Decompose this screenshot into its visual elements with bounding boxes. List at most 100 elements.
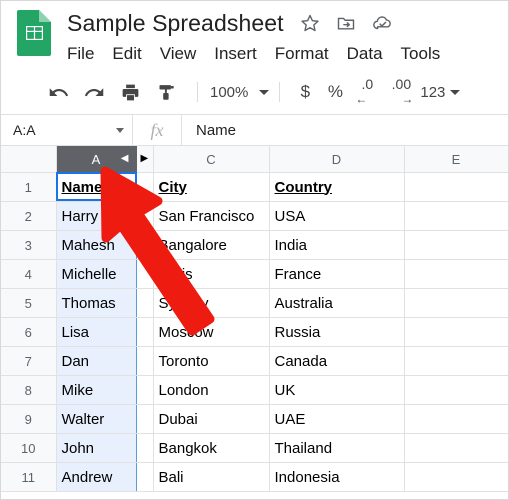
cell-b7-hidden[interactable] — [136, 346, 153, 376]
cell-c8[interactable]: London — [152, 375, 270, 405]
caret-left-icon[interactable]: ◀ — [121, 154, 129, 164]
cell-c5[interactable]: Sydney — [152, 288, 270, 318]
cell-a5[interactable]: Thomas — [55, 288, 137, 318]
cell-b1-hidden[interactable] — [136, 172, 153, 202]
cell-c3[interactable]: Bangalore — [152, 230, 270, 260]
row-header[interactable]: 4 — [1, 259, 57, 289]
column-header-c[interactable]: C — [152, 146, 270, 173]
cell-a8[interactable]: Mike — [55, 375, 137, 405]
cell-c2[interactable]: San Francisco — [152, 201, 270, 231]
cell-c1[interactable]: City — [152, 172, 270, 202]
name-box[interactable]: A:A — [1, 115, 133, 145]
cell-b8-hidden[interactable] — [136, 375, 153, 405]
cell-d8[interactable]: UK — [268, 375, 405, 405]
cell-e1[interactable] — [403, 172, 508, 202]
cell-c4[interactable]: Paris — [152, 259, 270, 289]
percent-format-button[interactable]: % — [320, 77, 350, 107]
cell-d1[interactable]: Country — [268, 172, 405, 202]
cell-a2[interactable]: Harry — [55, 201, 137, 231]
menu-item-tools[interactable]: Tools — [401, 44, 441, 64]
cell-b6-hidden[interactable] — [136, 317, 153, 347]
cell-a3[interactable]: Mahesh — [55, 230, 137, 260]
cell-e11[interactable] — [403, 462, 508, 492]
cell-e5[interactable] — [403, 288, 508, 318]
cell-a10[interactable]: John — [55, 433, 137, 463]
increase-decimal-button[interactable]: .00 → — [384, 77, 418, 107]
cell-d2[interactable]: USA — [268, 201, 405, 231]
redo-icon[interactable] — [79, 77, 109, 107]
cell-e7[interactable] — [403, 346, 508, 376]
cell-d10[interactable]: Thailand — [268, 433, 405, 463]
cell-c10[interactable]: Bangkok — [152, 433, 270, 463]
cell-e4[interactable] — [403, 259, 508, 289]
cell-a7[interactable]: Dan — [55, 346, 137, 376]
cell-b3-hidden[interactable] — [136, 230, 153, 260]
menu-item-view[interactable]: View — [160, 44, 197, 64]
formula-input[interactable]: Name — [182, 115, 508, 145]
cell-c11[interactable]: Bali — [152, 462, 270, 492]
function-button[interactable]: fx — [133, 115, 182, 145]
menu-item-edit[interactable]: Edit — [112, 44, 141, 64]
hidden-column-marker-b[interactable]: ▶ — [135, 146, 154, 173]
zoom-control[interactable]: 100% — [208, 84, 270, 101]
toolbar: 100% $ % .0 ← .00 → 123 — [1, 69, 508, 114]
cell-d9[interactable]: UAE — [268, 404, 405, 434]
cell-a4[interactable]: Michelle — [55, 259, 137, 289]
row-header[interactable]: 9 — [1, 404, 57, 434]
cell-d7[interactable]: Canada — [268, 346, 405, 376]
column-header-e[interactable]: E — [403, 146, 508, 173]
column-header-a[interactable]: A ◀ — [55, 146, 137, 173]
document-title[interactable]: Sample Spreadsheet — [67, 9, 284, 37]
column-header-d[interactable]: D — [268, 146, 405, 173]
row-header[interactable]: 5 — [1, 288, 57, 318]
cell-d5[interactable]: Australia — [268, 288, 405, 318]
cell-a6[interactable]: Lisa — [55, 317, 137, 347]
cell-a9[interactable]: Walter — [55, 404, 137, 434]
cell-e3[interactable] — [403, 230, 508, 260]
cell-a11[interactable]: Andrew — [55, 462, 137, 492]
number-format-dropdown[interactable]: 123 — [420, 84, 461, 101]
menu-item-file[interactable]: File — [67, 44, 94, 64]
star-icon[interactable] — [300, 13, 320, 33]
row-header[interactable]: 7 — [1, 346, 57, 376]
caret-right-icon[interactable]: ▶ — [141, 154, 149, 164]
print-icon[interactable] — [115, 77, 145, 107]
row-header[interactable]: 11 — [1, 462, 57, 492]
cell-e10[interactable] — [403, 433, 508, 463]
cell-d11[interactable]: Indonesia — [268, 462, 405, 492]
cell-b9-hidden[interactable] — [136, 404, 153, 434]
cell-d3[interactable]: India — [268, 230, 405, 260]
cell-e2[interactable] — [403, 201, 508, 231]
undo-icon[interactable] — [43, 77, 73, 107]
row-header[interactable]: 10 — [1, 433, 57, 463]
row-header[interactable]: 1 — [1, 172, 57, 202]
row-header[interactable]: 8 — [1, 375, 57, 405]
cell-e6[interactable] — [403, 317, 508, 347]
menu-item-format[interactable]: Format — [275, 44, 329, 64]
cell-b10-hidden[interactable] — [136, 433, 153, 463]
cell-c6[interactable]: Moscow — [152, 317, 270, 347]
select-all-corner[interactable] — [1, 146, 57, 173]
row-header[interactable]: 6 — [1, 317, 57, 347]
menu-item-data[interactable]: Data — [347, 44, 383, 64]
menu-item-insert[interactable]: Insert — [214, 44, 257, 64]
row-header[interactable]: 2 — [1, 201, 57, 231]
cell-c7[interactable]: Toronto — [152, 346, 270, 376]
cell-b11-hidden[interactable] — [136, 462, 153, 492]
cell-b2-hidden[interactable] — [136, 201, 153, 231]
cell-d6[interactable]: Russia — [268, 317, 405, 347]
cell-a1[interactable]: Name — [55, 172, 137, 202]
cell-b5-hidden[interactable] — [136, 288, 153, 318]
formula-bar: A:A fx Name — [1, 114, 508, 146]
cloud-saved-icon[interactable] — [372, 13, 392, 33]
decrease-decimal-button[interactable]: .0 ← — [350, 77, 384, 107]
paint-format-icon[interactable] — [151, 77, 181, 107]
cell-c9[interactable]: Dubai — [152, 404, 270, 434]
cell-d4[interactable]: France — [268, 259, 405, 289]
currency-format-button[interactable]: $ — [290, 77, 320, 107]
row-header[interactable]: 3 — [1, 230, 57, 260]
move-to-folder-icon[interactable] — [336, 13, 356, 33]
cell-e8[interactable] — [403, 375, 508, 405]
cell-b4-hidden[interactable] — [136, 259, 153, 289]
cell-e9[interactable] — [403, 404, 508, 434]
